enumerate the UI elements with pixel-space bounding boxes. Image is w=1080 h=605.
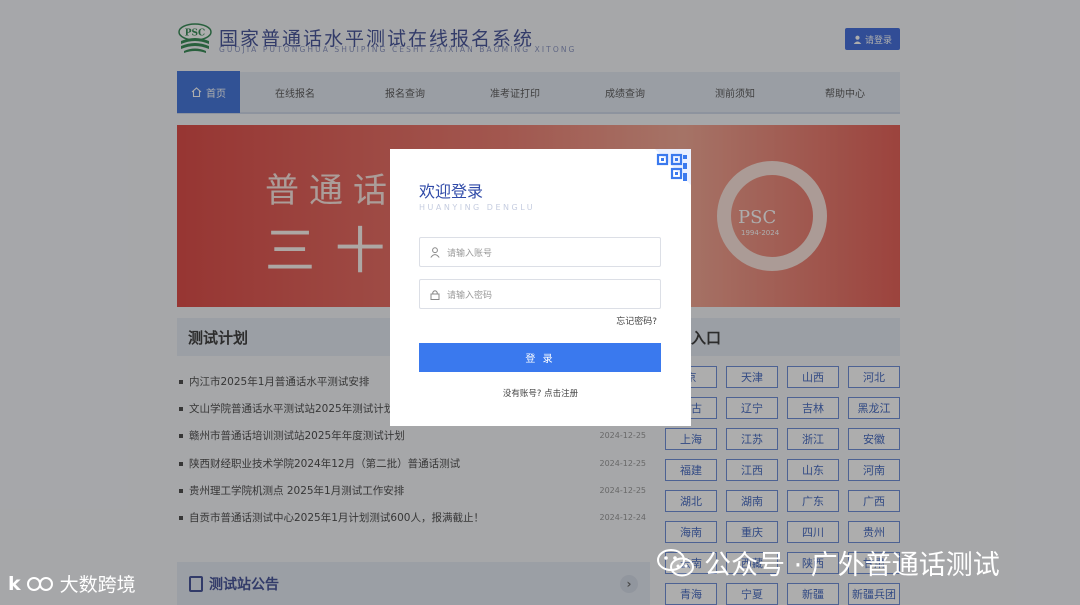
dialog-subtitle-pinyin: HUANYING DENGLU — [419, 203, 536, 212]
password-placeholder: 请输入密码 — [447, 290, 493, 301]
forgot-password-link[interactable]: 忘记密码? — [616, 314, 657, 327]
wechat-watermark: 公众号 · 广外普通话测试 — [656, 543, 1000, 582]
register-link[interactable]: 没有账号? 点击注册 — [390, 387, 691, 399]
dialog-title: 欢迎登录 — [419, 182, 484, 201]
login-submit-button[interactable]: 登 录 — [419, 343, 661, 372]
watermark-right-text: 公众号 · 广外普通话测试 — [704, 550, 1000, 581]
username-field[interactable]: 请输入账号 — [419, 237, 661, 267]
brand-logo-mark: k — [8, 572, 21, 595]
wechat-icon — [657, 548, 694, 576]
watermark-left-text: 大数跨境 — [59, 574, 136, 596]
brand-watermark: k 大数跨境 — [8, 570, 136, 597]
qr-code-login-icon[interactable] — [655, 149, 691, 185]
username-placeholder: 请输入账号 — [447, 248, 493, 259]
login-dialog: 欢迎登录 HUANYING DENGLU 请输入账号 请输入密码 忘记密码? 登… — [390, 149, 691, 426]
brand-logo-icon — [26, 576, 53, 591]
password-field[interactable]: 请输入密码 — [419, 279, 661, 309]
lock-icon — [430, 289, 440, 300]
user-icon — [430, 246, 440, 258]
